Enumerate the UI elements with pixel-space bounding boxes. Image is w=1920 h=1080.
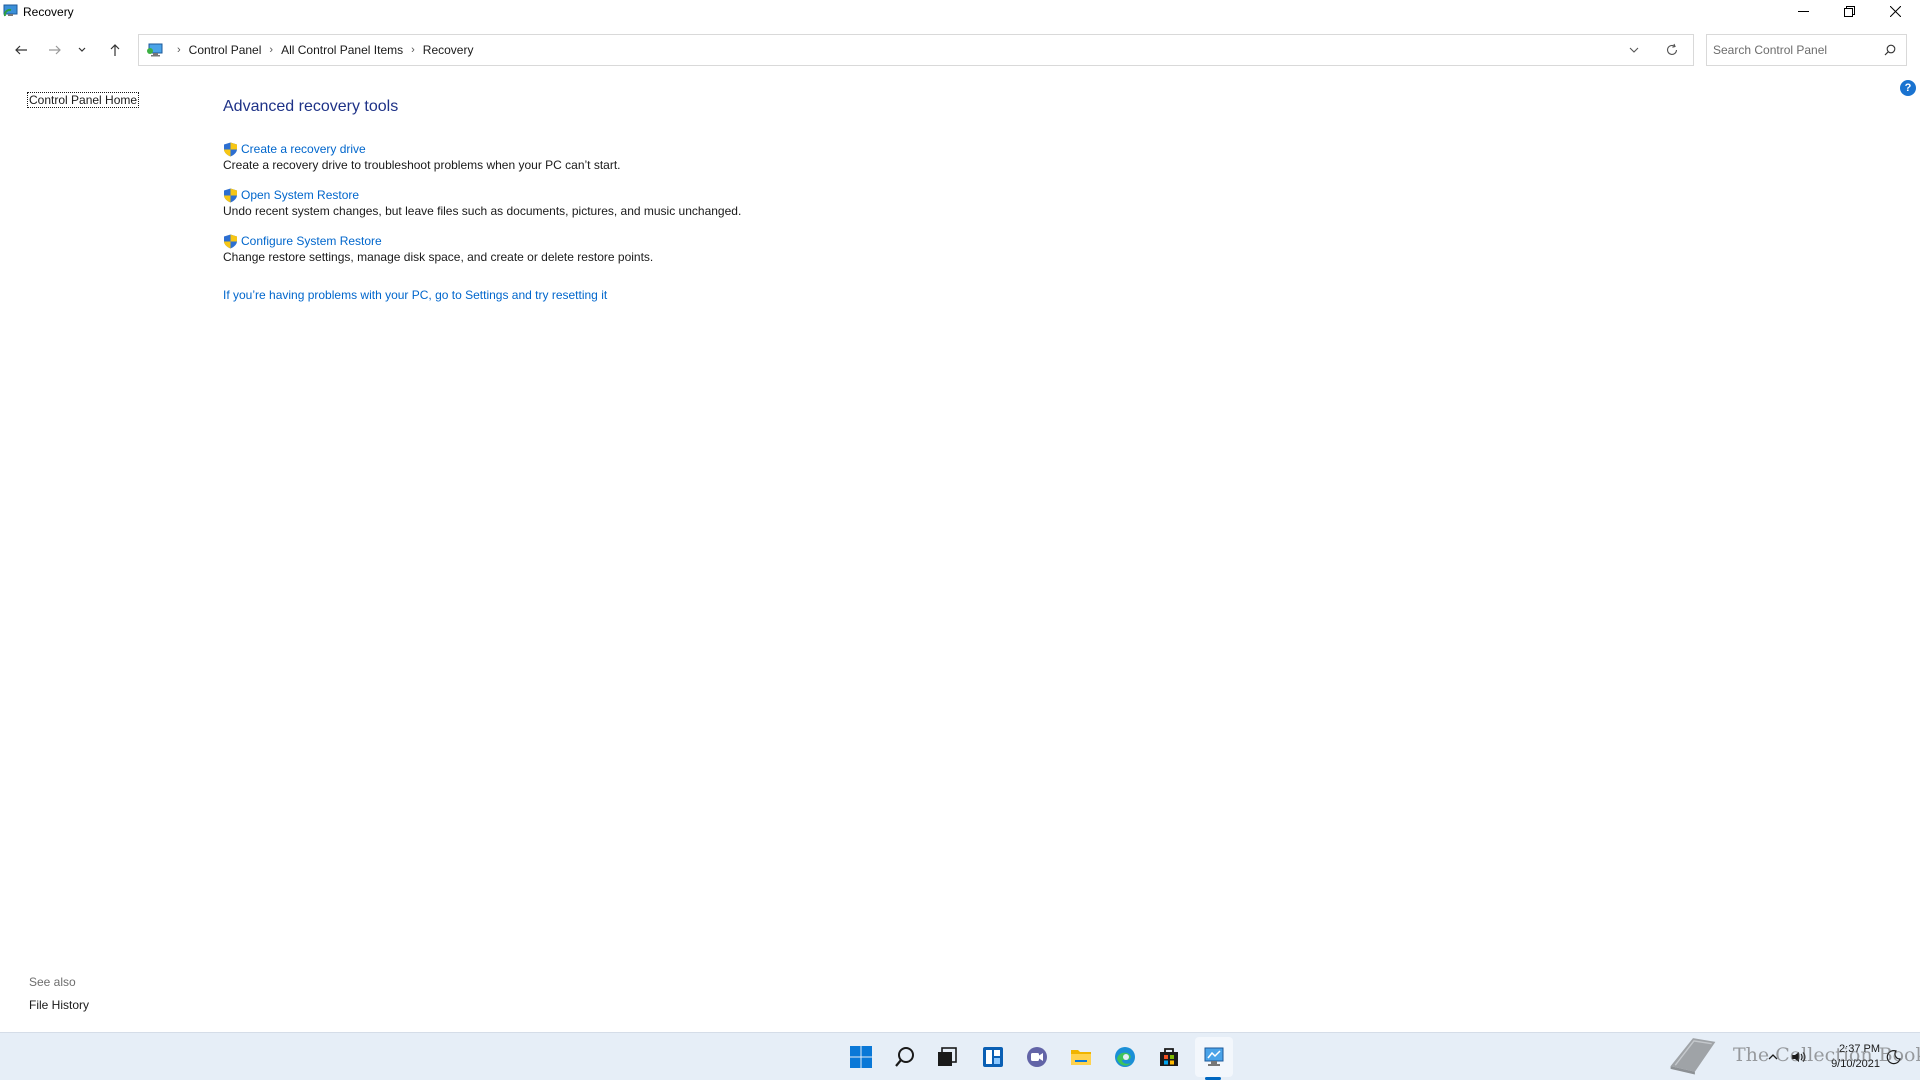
breadcrumb-separator-icon[interactable]: › xyxy=(411,44,415,56)
uac-shield-icon xyxy=(224,142,237,156)
arrow-up-icon xyxy=(110,44,120,56)
chevron-down-icon xyxy=(78,47,86,52)
recovery-item-create-drive: Create a recovery drive Create a recover… xyxy=(223,141,621,173)
control-panel-home-link[interactable]: Control Panel Home xyxy=(27,92,140,108)
taskbar: 2:37 PM 9/10/2021 xyxy=(0,1032,1920,1080)
book-icon xyxy=(1670,1038,1716,1075)
page-title: Advanced recovery tools xyxy=(223,98,399,115)
start-icon xyxy=(850,1046,872,1068)
configure-system-restore-link[interactable]: Configure System Restore xyxy=(241,234,382,248)
file-explorer-button[interactable] xyxy=(1067,1043,1095,1071)
address-history-dropdown-icon[interactable] xyxy=(1627,43,1641,57)
up-button[interactable] xyxy=(103,38,127,62)
uac-shield-icon xyxy=(224,188,237,202)
control-panel-icon xyxy=(1204,1047,1224,1066)
restore-icon xyxy=(1843,5,1855,17)
refresh-icon[interactable] xyxy=(1665,43,1679,57)
search-icon xyxy=(895,1047,914,1067)
close-icon xyxy=(1889,5,1901,17)
task-view-icon xyxy=(938,1047,957,1066)
watermark-text: The Collection Book xyxy=(1733,1044,1920,1066)
address-bar[interactable]: › Control Panel › All Control Panel Item… xyxy=(138,34,1694,66)
edge-button[interactable] xyxy=(1111,1043,1139,1071)
chat-icon xyxy=(1027,1047,1047,1067)
arrow-left-icon xyxy=(15,45,27,55)
recent-locations-button[interactable] xyxy=(74,38,90,62)
widgets-button[interactable] xyxy=(979,1043,1007,1071)
breadcrumb: › Control Panel › All Control Panel Item… xyxy=(169,35,473,65)
breadcrumb-control-panel[interactable]: Control Panel xyxy=(189,43,262,57)
restore-button[interactable] xyxy=(1826,0,1872,22)
breadcrumb-separator-icon: › xyxy=(177,44,181,56)
uac-shield-icon xyxy=(224,234,237,248)
arrow-right-icon xyxy=(49,45,61,55)
search-icon[interactable] xyxy=(1884,44,1896,56)
title-bar: Recovery xyxy=(0,0,1920,24)
create-recovery-drive-link[interactable]: Create a recovery drive xyxy=(241,142,366,156)
edge-icon xyxy=(1115,1047,1135,1067)
store-button[interactable] xyxy=(1155,1043,1183,1071)
navigation-bar: › Control Panel › All Control Panel Item… xyxy=(0,32,1920,68)
control-panel-icon xyxy=(147,43,163,57)
task-view-button[interactable] xyxy=(933,1043,961,1071)
taskbar-search-button[interactable] xyxy=(891,1043,919,1071)
reset-pc-settings-link[interactable]: If you’re having problems with your PC, … xyxy=(223,288,607,302)
start-button[interactable] xyxy=(847,1043,875,1071)
help-button[interactable]: ? xyxy=(1900,80,1916,96)
breadcrumb-recovery[interactable]: Recovery xyxy=(423,43,474,57)
chat-button[interactable] xyxy=(1023,1043,1051,1071)
minimize-button[interactable] xyxy=(1780,0,1826,22)
breadcrumb-all-control-panel-items[interactable]: All Control Panel Items xyxy=(281,43,403,57)
widgets-icon xyxy=(983,1047,1003,1067)
recovery-app-icon xyxy=(3,4,18,17)
recovery-item-open-restore: Open System Restore Undo recent system c… xyxy=(223,187,741,219)
search-box[interactable] xyxy=(1706,34,1907,66)
open-system-restore-description: Undo recent system changes, but leave fi… xyxy=(223,204,742,218)
recovery-item-configure-restore: Configure System Restore Change restore … xyxy=(223,233,653,265)
create-recovery-drive-description: Create a recovery drive to troubleshoot … xyxy=(223,158,621,172)
configure-system-restore-description: Change restore settings, manage disk spa… xyxy=(223,250,654,264)
back-button[interactable] xyxy=(9,38,33,62)
file-history-link[interactable]: File History xyxy=(29,998,89,1012)
store-icon xyxy=(1160,1048,1178,1066)
watermark: The Collection Book xyxy=(1665,1030,1920,1080)
window-title: Recovery xyxy=(23,5,74,19)
minimize-icon xyxy=(1797,10,1809,12)
open-system-restore-link[interactable]: Open System Restore xyxy=(241,188,359,202)
close-button[interactable] xyxy=(1872,0,1918,22)
file-explorer-icon xyxy=(1071,1050,1091,1065)
control-panel-taskbar-button[interactable] xyxy=(1200,1043,1228,1071)
search-input[interactable] xyxy=(1713,41,1873,59)
breadcrumb-separator-icon[interactable]: › xyxy=(269,44,273,56)
forward-button[interactable] xyxy=(43,38,67,62)
see-also-label: See also xyxy=(29,975,76,989)
